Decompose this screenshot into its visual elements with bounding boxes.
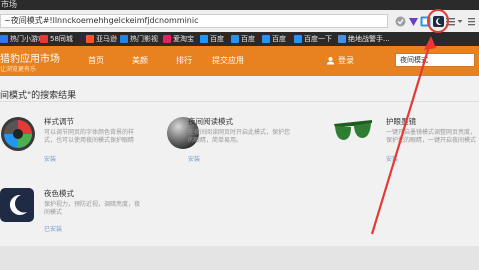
annotation-arrow-line — [370, 39, 433, 235]
annotation-circle — [427, 9, 449, 33]
annotation-arrow-head — [424, 36, 436, 50]
annotation-overlay — [370, 9, 449, 235]
